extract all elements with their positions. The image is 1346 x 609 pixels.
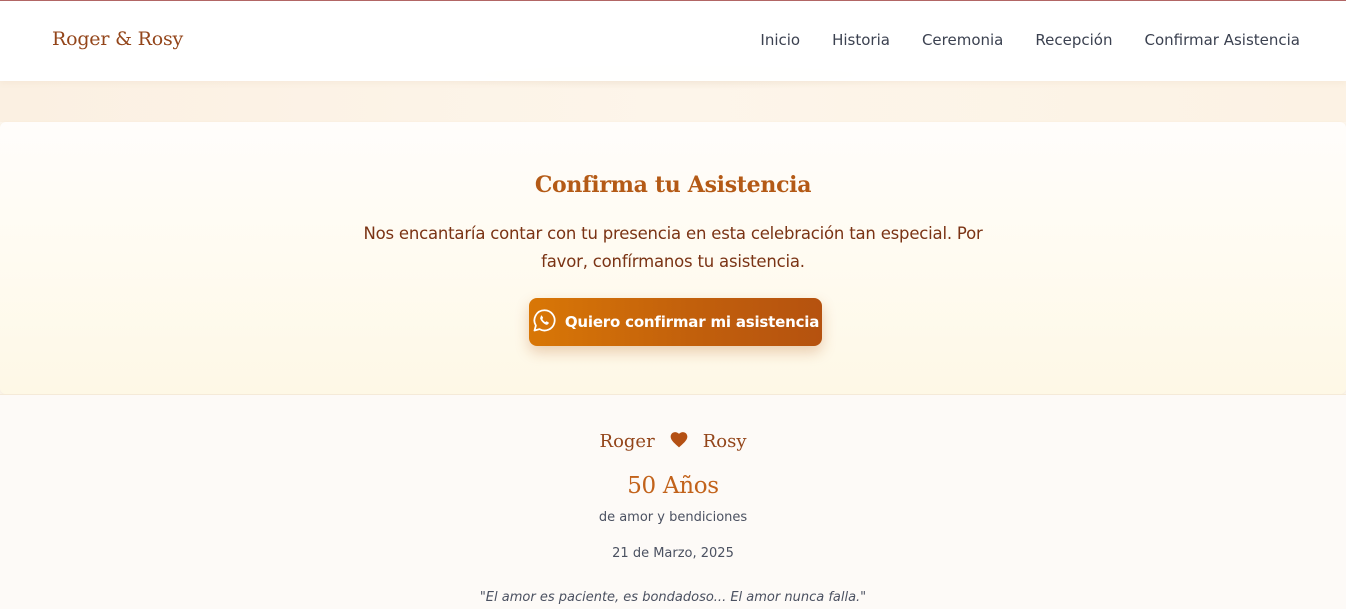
anniversary-subtitle: de amor y bendiciones <box>598 510 748 525</box>
nav-link-confirmar-asistencia[interactable]: Confirmar Asistencia <box>1144 31 1300 49</box>
nav-link-inicio[interactable]: Inicio <box>760 31 800 49</box>
navbar: Roger & Rosy Inicio Historia Ceremonia R… <box>0 1 1346 81</box>
name-rosy: Rosy <box>702 431 747 452</box>
nav-link-ceremonia[interactable]: Ceremonia <box>922 31 1003 49</box>
confirm-attendance-button[interactable]: Quiero confirmar mi asistencia <box>529 298 822 346</box>
nav-menu: Inicio Historia Ceremonia Recepción Conf… <box>760 31 1300 49</box>
nav-link-historia[interactable]: Historia <box>832 31 890 49</box>
footer: Roger Rosy 50 Años de amor y bendiciones… <box>0 394 1346 609</box>
couple-names: Roger Rosy <box>0 430 1346 453</box>
bible-quote: "El amor es paciente, es bondadoso... El… <box>479 590 867 605</box>
anniversary-years: 50 Años <box>627 473 719 499</box>
rsvp-title: Confirma tu Asistencia <box>534 172 812 198</box>
nav-link-recepcion[interactable]: Recepción <box>1035 31 1112 49</box>
whatsapp-icon <box>532 308 557 337</box>
brand-logo[interactable]: Roger & Rosy <box>52 28 183 50</box>
heart-icon <box>669 430 689 453</box>
name-roger: Roger <box>599 431 655 452</box>
event-date: 21 de Marzo, 2025 <box>612 546 734 561</box>
rsvp-section: Confirma tu Asistencia Nos encantaría co… <box>0 122 1346 394</box>
confirm-attendance-label: Quiero confirmar mi asistencia <box>564 313 820 331</box>
rsvp-description: Nos encantaría contar con tu presencia e… <box>363 224 983 271</box>
